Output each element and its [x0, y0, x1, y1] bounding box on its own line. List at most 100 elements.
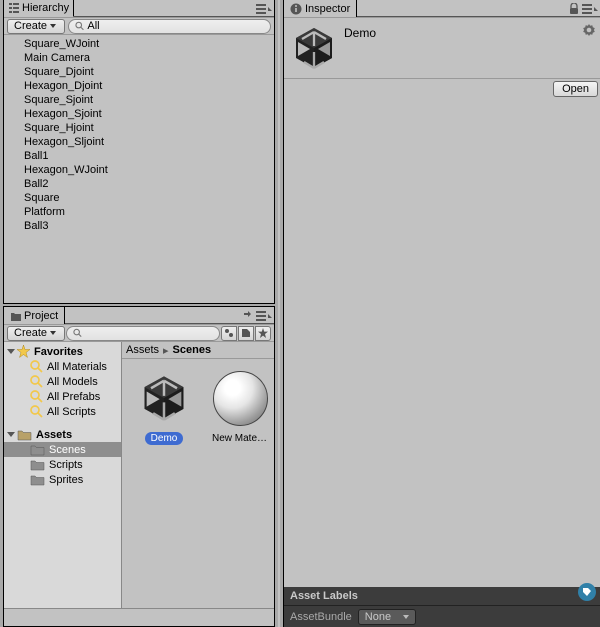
- inspector-header-title-block: Demo: [344, 24, 596, 41]
- favorites-label: Favorites: [34, 346, 83, 358]
- dropdown-arrow-icon: [50, 331, 56, 335]
- hierarchy-item[interactable]: Ball2: [4, 177, 274, 191]
- folder-icon: [30, 458, 45, 471]
- asset-bundle-dropdown[interactable]: None: [358, 609, 416, 625]
- inspector-asset-name: Demo: [344, 26, 376, 40]
- hierarchy-item[interactable]: Square_Sjoint: [4, 93, 274, 107]
- inspector-tab[interactable]: Inspector: [284, 0, 357, 17]
- asset-grid: Demo New Materi...: [122, 359, 274, 608]
- inspector-title-row: Demo: [344, 24, 596, 41]
- hierarchy-toolbar: Create: [4, 17, 274, 35]
- filter-by-label-button[interactable]: [238, 326, 254, 341]
- component-settings-button[interactable]: [582, 24, 596, 41]
- dropdown-arrow-icon: [403, 615, 409, 619]
- project-icon: [10, 310, 22, 322]
- project-tab[interactable]: Project: [4, 307, 65, 324]
- favorites-header[interactable]: Favorites: [4, 344, 121, 359]
- unity-scene-icon: [135, 372, 193, 424]
- hierarchy-panel-menu[interactable]: [256, 0, 272, 17]
- favorites-item[interactable]: All Scripts: [4, 404, 121, 419]
- project-body: Favorites All Materials All Models All Pref…: [4, 342, 274, 608]
- inspector-panel-icons: [569, 0, 598, 17]
- asset-bundle-label: AssetBundle: [290, 611, 352, 623]
- hierarchy-tab[interactable]: Hierarchy: [4, 0, 74, 17]
- hierarchy-item[interactable]: Hexagon_Djoint: [4, 79, 274, 93]
- favorites-item-label: All Prefabs: [47, 391, 100, 403]
- favorites-item-label: All Models: [47, 376, 98, 388]
- hierarchy-create-button[interactable]: Create: [7, 19, 65, 34]
- saved-search-icon: [30, 390, 43, 403]
- inspector-tab-label: Inspector: [305, 3, 350, 15]
- saved-search-icon: [30, 375, 43, 388]
- folder-icon: [30, 473, 45, 486]
- project-search-input[interactable]: [85, 327, 213, 339]
- star-icon: [17, 345, 30, 358]
- asset-bundle-value: None: [365, 611, 391, 623]
- project-panel: Project Create Favorites All Materials All…: [3, 306, 275, 627]
- project-create-button[interactable]: Create: [7, 326, 65, 341]
- folder-item[interactable]: Scenes: [4, 442, 121, 457]
- asset-name-label: New Materi...: [206, 432, 274, 445]
- folder-item[interactable]: Scripts: [4, 457, 121, 472]
- favorites-item-label: All Scripts: [47, 406, 96, 418]
- hierarchy-item[interactable]: Square_WJoint: [4, 37, 274, 51]
- folder-item[interactable]: Sprites: [4, 472, 121, 487]
- assets-header[interactable]: Assets: [4, 427, 121, 442]
- project-panel-menu[interactable]: [242, 307, 272, 324]
- hierarchy-search-input[interactable]: [87, 20, 264, 32]
- hierarchy-list: Square_WJointMain CameraSquare_DjointHex…: [4, 35, 274, 303]
- hierarchy-item[interactable]: Main Camera: [4, 51, 274, 65]
- inspector-panel: Inspector Demo: [283, 0, 600, 627]
- breadcrumb-separator: ▸: [163, 344, 169, 357]
- unity-scene-icon: [290, 24, 338, 72]
- folder-icon: [30, 443, 45, 456]
- hierarchy-item[interactable]: Hexagon_WJoint: [4, 163, 274, 177]
- favorites-item-label: All Materials: [47, 361, 107, 373]
- info-icon: [290, 3, 302, 15]
- favorites-item[interactable]: All Materials: [4, 359, 121, 374]
- asset-thumbnail: [133, 367, 195, 429]
- filter-by-type-button[interactable]: [221, 326, 237, 341]
- asset-labels-header: Asset Labels: [284, 587, 600, 605]
- favorites-item[interactable]: All Prefabs: [4, 389, 121, 404]
- search-icon: [75, 21, 84, 31]
- hierarchy-tab-label: Hierarchy: [22, 2, 69, 14]
- hierarchy-icon: [8, 2, 20, 14]
- favorites-item[interactable]: All Models: [4, 374, 121, 389]
- assets-label: Assets: [36, 429, 72, 441]
- left-column: Hierarchy Create Square_WJointMain Camer…: [0, 0, 278, 627]
- create-button-label: Create: [14, 20, 47, 32]
- inspector-header: Demo: [284, 17, 600, 79]
- hierarchy-item[interactable]: Square_Djoint: [4, 65, 274, 79]
- create-button-label: Create: [14, 327, 47, 339]
- save-search-button[interactable]: [255, 326, 271, 341]
- project-content: Assets ▸ Scenes Demo New Materi...: [122, 342, 274, 608]
- asset-thumbnail: [209, 367, 271, 429]
- hierarchy-item[interactable]: Hexagon_Sjoint: [4, 107, 274, 121]
- project-search[interactable]: [66, 326, 220, 341]
- hierarchy-item[interactable]: Hexagon_Sljoint: [4, 135, 274, 149]
- dropdown-arrow-icon: [50, 24, 56, 28]
- hierarchy-item[interactable]: Platform: [4, 205, 274, 219]
- asset-item[interactable]: New Materi...: [206, 367, 274, 445]
- lock-icon[interactable]: [569, 3, 579, 15]
- breadcrumb-item[interactable]: Assets: [126, 344, 159, 356]
- asset-item[interactable]: Demo: [130, 367, 198, 445]
- material-icon: [213, 371, 268, 426]
- fold-icon: [7, 349, 15, 354]
- hierarchy-search[interactable]: [68, 19, 271, 34]
- hierarchy-panel: Hierarchy Create Square_WJointMain Camer…: [3, 0, 275, 304]
- inspector-body: Demo Open Asset Labels AssetBundle None: [284, 17, 600, 627]
- project-toolbar: Create: [4, 324, 274, 342]
- hierarchy-item[interactable]: Ball1: [4, 149, 274, 163]
- panel-menu-icon[interactable]: [582, 3, 598, 15]
- folder-icon: [17, 428, 32, 441]
- fold-icon: [7, 432, 15, 437]
- project-sidebar: Favorites All Materials All Models All Pref…: [4, 342, 122, 608]
- add-asset-label-button[interactable]: [578, 583, 596, 601]
- breadcrumb-item[interactable]: Scenes: [173, 344, 212, 356]
- hierarchy-item[interactable]: Square: [4, 191, 274, 205]
- open-asset-button[interactable]: Open: [553, 81, 598, 97]
- hierarchy-item[interactable]: Ball3: [4, 219, 274, 233]
- hierarchy-item[interactable]: Square_Hjoint: [4, 121, 274, 135]
